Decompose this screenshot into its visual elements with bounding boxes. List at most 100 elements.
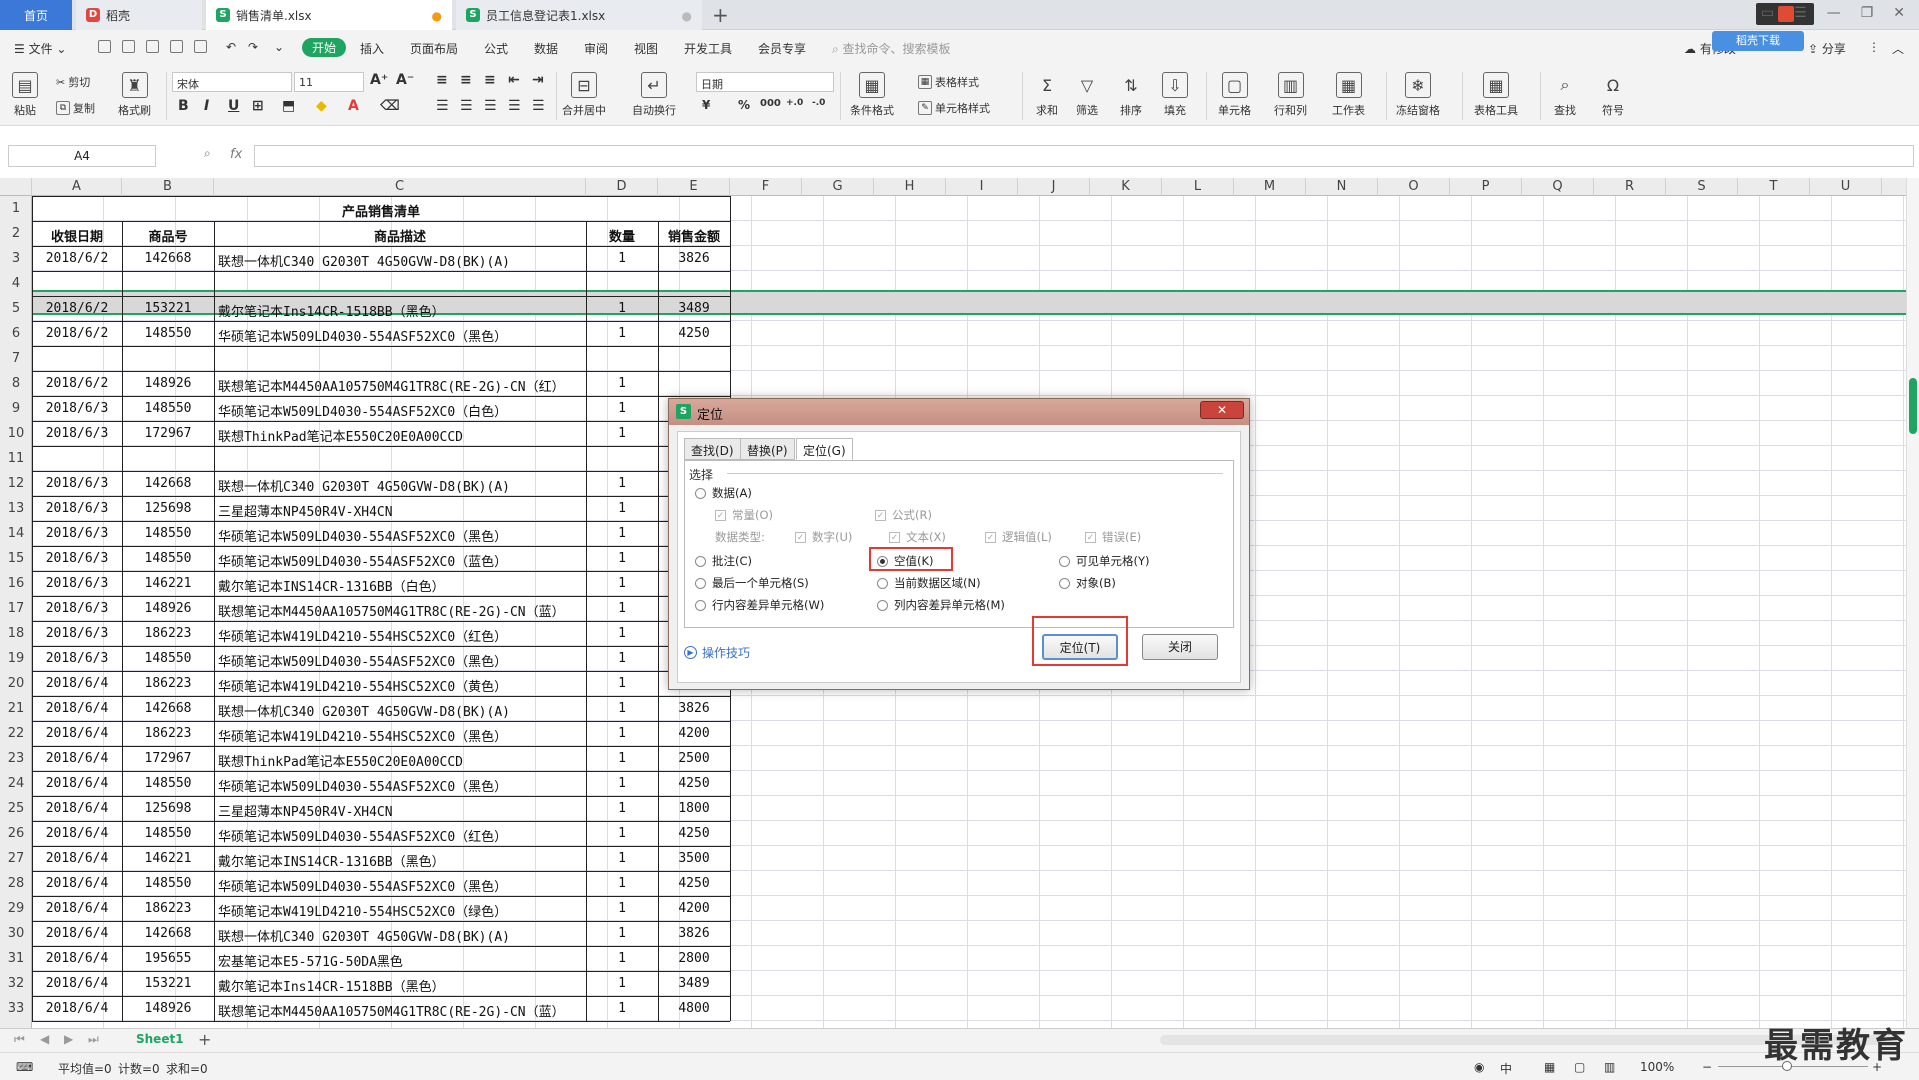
table-cell[interactable]: 华硕笔记本W419LD4210-554HSC52XC0（黑色）: [218, 726, 586, 745]
menu-insert[interactable]: 插入: [360, 40, 384, 57]
column-header-i[interactable]: I: [946, 178, 1018, 196]
row-header-32[interactable]: 32: [0, 976, 32, 991]
print-icon[interactable]: [170, 40, 183, 53]
row-header-20[interactable]: 20: [0, 676, 32, 691]
select-all-corner[interactable]: [0, 178, 32, 196]
table-cell[interactable]: 1: [586, 951, 658, 966]
font-size-select[interactable]: 11: [294, 72, 364, 92]
table-cell[interactable]: 1: [586, 851, 658, 866]
table-header-cell[interactable]: 数量: [586, 226, 658, 245]
wrap-text-button[interactable]: ↵ 自动换行: [632, 72, 676, 118]
redo-icon[interactable]: ↷: [248, 40, 258, 54]
row-header-4[interactable]: 4: [0, 276, 32, 291]
column-header-p[interactable]: P: [1450, 178, 1522, 196]
table-cell[interactable]: 1: [586, 776, 658, 791]
command-search[interactable]: ⌕ 查找命令、搜索模板: [832, 40, 951, 57]
sheet-next-icon[interactable]: ▶: [64, 1032, 73, 1046]
row-header-26[interactable]: 26: [0, 826, 32, 841]
normal-view-icon[interactable]: ▦: [1544, 1060, 1555, 1074]
row-header-6[interactable]: 6: [0, 326, 32, 341]
table-cell[interactable]: 4250: [658, 326, 730, 341]
table-cell[interactable]: 153221: [122, 301, 214, 316]
table-cell[interactable]: 联想一体机C340 G2030T 4G50GVW-D8(BK)(A): [218, 476, 586, 495]
table-cell[interactable]: 2018/6/4: [32, 876, 122, 891]
thousands-icon[interactable]: 000: [760, 98, 781, 109]
percent-icon[interactable]: %: [738, 98, 750, 112]
table-cell[interactable]: 2018/6/4: [32, 951, 122, 966]
table-cell[interactable]: 1: [586, 801, 658, 816]
table-cell[interactable]: 华硕笔记本W509LD4030-554ASF52XC0（蓝色）: [218, 551, 586, 570]
table-cell[interactable]: 2018/6/2: [32, 326, 122, 341]
column-header-e[interactable]: E: [658, 178, 730, 196]
table-cell[interactable]: 4200: [658, 901, 730, 916]
table-cell[interactable]: 华硕笔记本W509LD4030-554ASF52XC0（白色）: [218, 401, 586, 420]
table-cell[interactable]: 148550: [122, 826, 214, 841]
tab-goto[interactable]: 定位(G): [796, 438, 853, 460]
merge-center-button[interactable]: ⊟ 合并居中: [562, 72, 606, 118]
table-cell[interactable]: 186223: [122, 901, 214, 916]
zoom-level[interactable]: 100%: [1640, 1060, 1674, 1074]
row-header-21[interactable]: 21: [0, 701, 32, 716]
copy-button[interactable]: ⧉ 复制: [56, 100, 95, 116]
table-cell[interactable]: 2018/6/3: [32, 576, 122, 591]
conditional-format-button[interactable]: ▦ 条件格式: [850, 72, 894, 118]
table-cell[interactable]: 148550: [122, 876, 214, 891]
docer-download-badge[interactable]: 稻壳下载: [1712, 31, 1804, 51]
row-header-27[interactable]: 27: [0, 851, 32, 866]
table-cell[interactable]: 4250: [658, 776, 730, 791]
table-cell[interactable]: 186223: [122, 626, 214, 641]
table-cell[interactable]: 1: [586, 551, 658, 566]
table-cell[interactable]: 4250: [658, 876, 730, 891]
sheet-first-icon[interactable]: ⏮: [14, 1032, 25, 1047]
column-header-u[interactable]: U: [1810, 178, 1882, 196]
table-cell[interactable]: 148926: [122, 601, 214, 616]
table-header-cell[interactable]: 收银日期: [32, 226, 122, 245]
align-left-icon[interactable]: ☰: [436, 98, 449, 114]
freeze-panes-button[interactable]: ❄ 冻结窗格: [1396, 72, 1440, 118]
table-cell[interactable]: 联想一体机C340 G2030T 4G50GVW-D8(BK)(A): [218, 251, 586, 270]
cell-style-button[interactable]: ✎ 单元格样式: [918, 100, 990, 116]
table-cell[interactable]: 1: [586, 626, 658, 641]
table-cell[interactable]: 1: [586, 926, 658, 941]
row-header-30[interactable]: 30: [0, 926, 32, 941]
currency-icon[interactable]: ¥: [702, 98, 710, 112]
column-header-a[interactable]: A: [32, 178, 122, 196]
sheet-tab-sheet1[interactable]: Sheet1: [136, 1032, 184, 1046]
table-cell[interactable]: 3826: [658, 251, 730, 266]
table-cell[interactable]: 1: [586, 376, 658, 391]
table-cell[interactable]: 3489: [658, 976, 730, 991]
cut-button[interactable]: ✂ 剪切: [56, 74, 90, 90]
row-header-33[interactable]: 33: [0, 1001, 32, 1016]
table-cell[interactable]: 华硕笔记本W509LD4030-554ASF52XC0（黑色）: [218, 776, 586, 795]
clear-format-icon[interactable]: ⌫: [380, 98, 400, 114]
symbol-button[interactable]: Ω 符号: [1600, 72, 1626, 118]
table-cell[interactable]: 1: [586, 976, 658, 991]
border-icon[interactable]: ⊞: [252, 98, 264, 114]
table-cell[interactable]: 146221: [122, 576, 214, 591]
table-header-cell[interactable]: 销售金额: [658, 226, 730, 245]
column-header-g[interactable]: G: [802, 178, 874, 196]
paste-button[interactable]: ▤ 粘贴: [12, 72, 38, 118]
radio-comment[interactable]: 批注(C): [695, 553, 752, 569]
collapse-ribbon-icon[interactable]: ︿: [1892, 40, 1904, 57]
table-cell[interactable]: 2018/6/4: [32, 801, 122, 816]
increase-font-icon[interactable]: A⁺: [370, 72, 388, 88]
row-header-28[interactable]: 28: [0, 876, 32, 891]
column-header-o[interactable]: O: [1378, 178, 1450, 196]
table-cell[interactable]: 195655: [122, 951, 214, 966]
table-cell[interactable]: 1: [586, 576, 658, 591]
table-cell[interactable]: 2018/6/4: [32, 676, 122, 691]
row-header-25[interactable]: 25: [0, 801, 32, 816]
column-header-h[interactable]: H: [874, 178, 946, 196]
font-color-icon[interactable]: A: [348, 98, 359, 114]
distribute-icon[interactable]: ☰: [532, 98, 545, 114]
table-cell[interactable]: 戴尔笔记本INS14CR-1316BB（白色）: [218, 576, 586, 595]
table-style-button[interactable]: ▦ 表格样式: [918, 74, 979, 90]
table-cell[interactable]: 2018/6/3: [32, 601, 122, 616]
check-text[interactable]: ✓ 文本(X): [889, 529, 946, 545]
table-cell[interactable]: 华硕笔记本W509LD4030-554ASF52XC0（黑色）: [218, 326, 586, 345]
menu-start[interactable]: 开始: [302, 38, 347, 57]
table-cell[interactable]: 1: [586, 701, 658, 716]
table-cell[interactable]: 华硕笔记本W419LD4210-554HSC52XC0（黄色）: [218, 676, 586, 695]
close-icon[interactable]: ✕: [1893, 5, 1905, 21]
